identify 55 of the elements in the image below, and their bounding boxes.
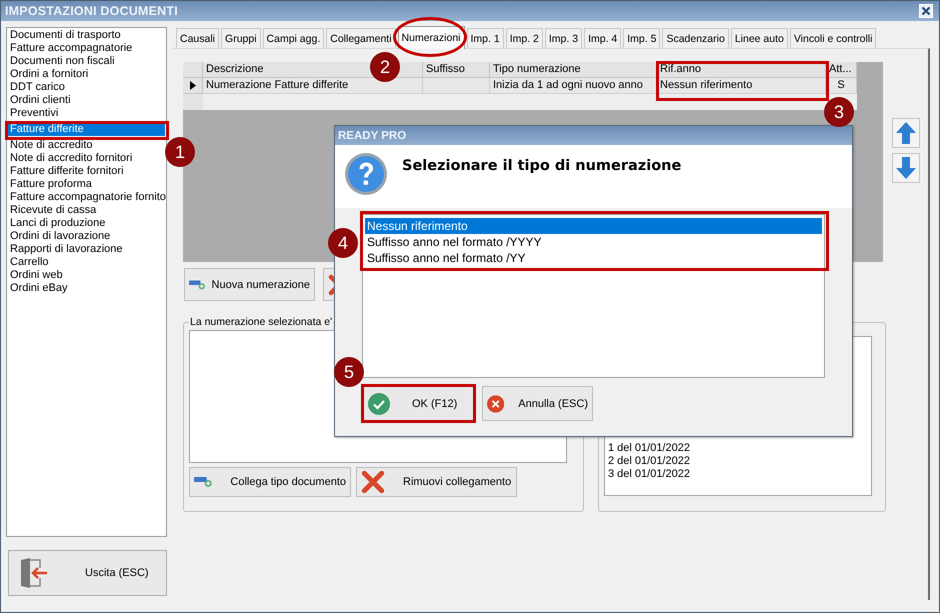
column-header: Suffisso — [423, 62, 490, 78]
document-type-item[interactable]: Lanci di produzione — [8, 217, 165, 230]
cancel-button[interactable]: Annulla (ESC) — [482, 386, 593, 421]
tab[interactable]: Imp. 5 — [623, 28, 660, 48]
document-type-item[interactable]: Rapporti di lavorazione — [8, 243, 165, 256]
new-numbering-button[interactable]: Nuova numerazione — [184, 268, 315, 301]
tab[interactable]: Collegamenti — [326, 28, 396, 48]
document-type-item[interactable]: Ordini di lavorazione — [8, 230, 165, 243]
document-type-item[interactable]: Fatture accompagnatorie fornito — [8, 191, 165, 204]
ok-button[interactable]: OK (F12) — [363, 386, 474, 421]
tab[interactable]: Linee auto — [730, 28, 788, 48]
document-type-item[interactable]: Ordini clienti — [8, 94, 165, 107]
document-type-item[interactable]: Ordini a fornitori — [8, 68, 165, 81]
document-type-item[interactable]: Fatture differite fornitori — [8, 165, 165, 178]
document-type-item[interactable]: Note di accredito — [8, 139, 165, 152]
document-type-item[interactable]: DDT carico — [8, 81, 165, 94]
document-type-item[interactable]: Ordini web — [8, 269, 165, 282]
document-type-item[interactable]: Note di accredito fornitori — [8, 152, 165, 165]
document-type-item[interactable]: Carrello — [8, 256, 165, 269]
option-item[interactable]: Suffisso anno nel formato /YY — [365, 250, 822, 266]
tab[interactable]: Imp. 1 — [466, 28, 504, 48]
number-item: 1 del 01/01/2022 — [608, 442, 691, 455]
document-type-item[interactable]: Ricevute di cassa — [8, 204, 165, 217]
tab[interactable]: Vincoli e controlli — [790, 28, 876, 48]
document-type-item[interactable]: Ordini eBay — [8, 282, 165, 295]
tab[interactable]: Scadenzario — [662, 28, 729, 48]
document-type-item[interactable]: Documenti di trasporto — [8, 29, 165, 42]
document-type-item[interactable]: Documenti non fiscali — [8, 55, 165, 68]
tab[interactable]: Causali — [176, 28, 220, 48]
option-item[interactable]: Suffisso anno nel formato /YYYY — [365, 234, 822, 250]
tab[interactable]: Imp. 3 — [544, 28, 582, 48]
window-title: IMPOSTAZIONI DOCUMENTI — [5, 4, 178, 18]
number-item: 2 del 01/01/2022 — [608, 455, 691, 468]
number-item: 3 del 01/01/2022 — [608, 468, 691, 481]
option-item[interactable]: Nessun riferimento — [365, 218, 822, 234]
link-button[interactable]: Collega tipo documento — [189, 467, 351, 497]
tab[interactable]: Imp. 4 — [584, 28, 622, 48]
document-type-item[interactable]: Fatture proforma — [8, 178, 165, 191]
column-header: Tipo numerazione — [490, 62, 657, 78]
dialog-title: READY PRO — [338, 130, 406, 142]
table-cell: S — [826, 78, 857, 94]
table-cell: Inizia da 1 ad ogni nuovo anno — [490, 78, 657, 94]
dialog-prompt: Selezionare il tipo di numerazione — [402, 158, 682, 174]
tab[interactable]: Gruppi — [221, 28, 261, 48]
document-type-item[interactable]: Fatture accompagnatorie — [8, 42, 165, 55]
exit-button[interactable]: Uscita (ESC) — [8, 550, 167, 596]
tab[interactable]: Numerazioni — [398, 26, 464, 49]
table-cell: Numerazione Fatture differite — [203, 78, 423, 94]
tab[interactable]: Campi agg. — [262, 28, 324, 48]
unlink-button[interactable]: Rimuovi collegamento — [356, 467, 517, 497]
document-type-item[interactable]: Preventivi — [8, 107, 165, 120]
table-cell: Nessun riferimento — [657, 78, 826, 94]
document-type-item[interactable]: Fatture differite — [8, 123, 165, 136]
tab[interactable]: Imp. 2 — [506, 28, 543, 48]
column-header: Att... — [826, 62, 857, 78]
